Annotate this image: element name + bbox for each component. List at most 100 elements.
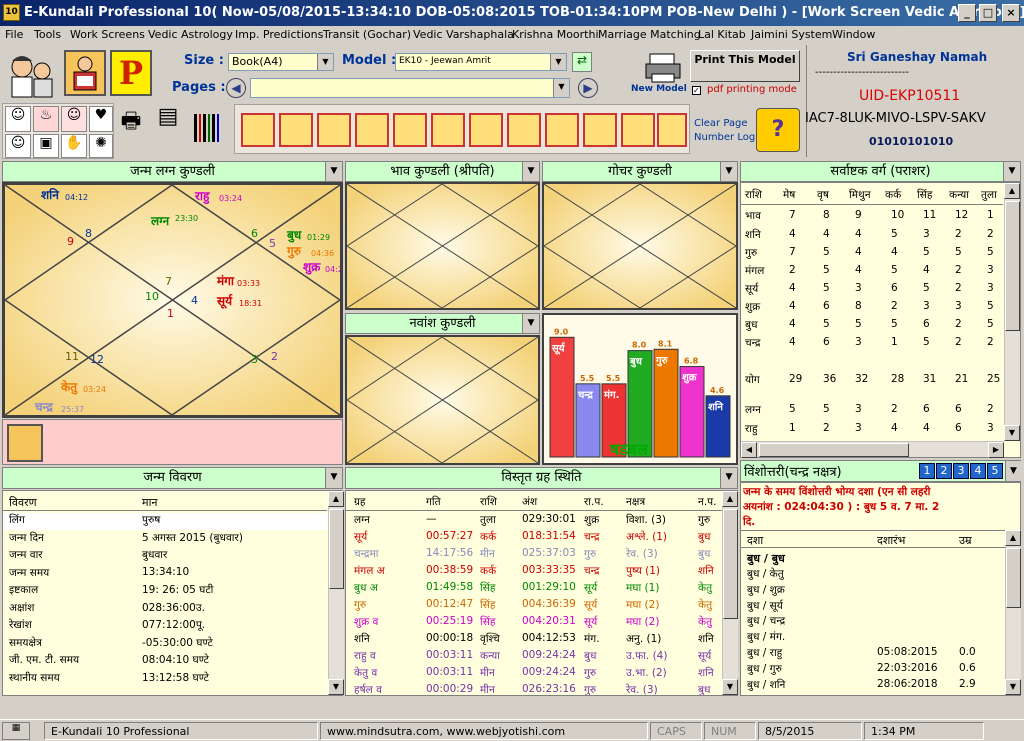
scroll-left-icon[interactable]: ◀ <box>741 442 757 458</box>
heart-icon[interactable]: ♥ <box>89 106 113 132</box>
minimize-button[interactable]: _ <box>958 4 976 22</box>
table-row[interactable]: लिंग पुरुष <box>3 513 327 530</box>
pages-select[interactable]: ▼ <box>250 78 570 98</box>
printer-icon[interactable] <box>644 52 684 84</box>
menu-imp-predictions[interactable]: Imp. Predictions <box>235 28 323 41</box>
layout-thumb-icon[interactable] <box>507 113 541 147</box>
scroll-thumb[interactable] <box>759 443 909 457</box>
people-icon[interactable] <box>2 49 58 101</box>
table-row[interactable]: जन्म दिन 5 अगस्त 2015 (बुधवार) <box>3 531 327 548</box>
scroll-up-icon[interactable]: ▲ <box>328 491 344 507</box>
table-row[interactable]: समयक्षेत्र -05:30:00 घण्टे <box>3 636 327 653</box>
person-icon[interactable]: ☺ <box>5 106 31 132</box>
couple-icon[interactable]: ☺ <box>61 106 87 132</box>
menu-vedic-astrology[interactable]: Vedic Astrology <box>148 28 233 41</box>
new-model-label[interactable]: New Model <box>631 84 687 94</box>
bhava-chart-header[interactable]: भाव कुण्डली (श्रीपति) ▼ <box>345 161 540 182</box>
dasha-tab-3[interactable]: 3 <box>953 463 969 479</box>
scroll-up-icon[interactable]: ▲ <box>1005 530 1021 546</box>
layout-thumb-icon[interactable] <box>241 113 275 147</box>
wheel-icon[interactable]: ✺ <box>89 134 113 158</box>
scroll-down-icon[interactable]: ▼ <box>722 679 738 695</box>
table-row[interactable]: शनि 00:00:18 वृश्चि 004:12:53 मंग. अनु. (1) शन… <box>346 632 722 649</box>
scroll-down-icon[interactable]: ▼ <box>1004 425 1020 441</box>
table-row[interactable]: स्थानीय समय 13:12:58 घण्टे <box>3 671 327 688</box>
p-icon[interactable]: P <box>110 50 152 96</box>
dasha-vscroll[interactable]: ▲ ▼ <box>1005 530 1021 695</box>
scroll-up-icon[interactable]: ▲ <box>1004 183 1020 199</box>
navansh-chart-header[interactable]: नवांश कुण्डली ▼ <box>345 313 540 334</box>
table-row[interactable]: बुध / शुक्र <box>741 583 1005 599</box>
maximize-button[interactable]: □ <box>979 4 997 22</box>
table-row[interactable]: मंगल अ 00:38:59 कर्क 003:33:35 चन्द्र पुष्य (… <box>346 564 722 581</box>
table-row[interactable]: बुध / सूर्य <box>741 599 1005 615</box>
handshake-icon[interactable]: ✋ <box>61 134 87 158</box>
next-page-icon[interactable]: ▶ <box>578 78 598 98</box>
reading-book-icon[interactable] <box>64 50 106 96</box>
table-row[interactable]: गुरु 00:12:47 सिंह 004:36:39 सूर्य मघा (2) केत… <box>346 598 722 615</box>
dasha-tab-1[interactable]: 1 <box>919 463 935 479</box>
menu-lal-kitab[interactable]: Lal Kitab <box>698 28 746 41</box>
bag-icon[interactable]: ▣ <box>33 134 59 158</box>
ashtak-header[interactable]: सर्वाष्टक वर्ग (पराशर) ▼ <box>740 161 1021 182</box>
reading-book-icon[interactable] <box>7 424 43 462</box>
clear-page-label[interactable]: Clear Page <box>694 118 748 129</box>
prev-page-icon[interactable]: ◀ <box>226 78 246 98</box>
scroll-thumb[interactable] <box>1005 201 1020 331</box>
layout-thumb-icon[interactable] <box>657 113 687 147</box>
menu-transit[interactable]: Transit (Gochar) <box>323 28 411 41</box>
table-row[interactable]: जी. एम. टी. समय 08:04:10 घण्टे <box>3 653 327 670</box>
chevron-down-icon[interactable]: ▼ <box>1005 461 1021 481</box>
janma-header[interactable]: जन्म विवरण ▼ <box>2 467 343 489</box>
layout-thumb-icon[interactable] <box>621 113 655 147</box>
table-row[interactable]: केतु व 00:03:11 मीन 009:24:24 गुरु उ.भा. (2) श… <box>346 666 722 683</box>
menu-krishna-moorthi[interactable]: Krishna Moorthi <box>512 28 599 41</box>
layout-thumb-icon[interactable] <box>355 113 389 147</box>
dasha-tab-5[interactable]: 5 <box>987 463 1003 479</box>
scroll-thumb[interactable] <box>1006 548 1021 608</box>
number-log-label[interactable]: Number Log <box>694 132 755 143</box>
dasha-tab-2[interactable]: 2 <box>936 463 952 479</box>
table-row[interactable]: जन्म वार बुधवार <box>3 548 327 565</box>
table-row[interactable]: बुध / शनि 28:06:2018 2.9 <box>741 678 1005 694</box>
menu-work-screens[interactable]: Work Screens <box>70 28 145 41</box>
layout-thumb-icon[interactable] <box>469 113 503 147</box>
table-row[interactable]: बुध / केतु <box>741 567 1005 583</box>
menu-tools[interactable]: Tools <box>34 28 61 41</box>
scroll-right-icon[interactable]: ▶ <box>988 442 1004 458</box>
layout-thumb-icon[interactable] <box>393 113 427 147</box>
table-row[interactable]: सूर्य 00:57:27 कर्क 018:31:54 चन्द्र अश्ले. (… <box>346 530 722 547</box>
table-row[interactable]: लग्न — तुला 029:30:01 शुक्र विशा. (3) गुरु <box>346 513 722 530</box>
menu-marriage-matching[interactable]: Marriage Matching <box>598 28 701 41</box>
table-row[interactable]: अक्षांश 028:36:00उ. <box>3 601 327 618</box>
graha-header[interactable]: विस्तृत ग्रह स्थिति ▼ <box>345 467 738 489</box>
table-row[interactable]: रेखांश 077:12:00पू. <box>3 618 327 635</box>
help-book-icon[interactable]: ? <box>756 108 800 152</box>
scroll-thumb[interactable] <box>329 509 344 589</box>
gochar-chart-header[interactable]: गोचर कुण्डली ▼ <box>542 161 738 182</box>
table-row[interactable]: हर्षल व 00:00:29 मीन 026:23:16 गुरु रेव. (3) ब… <box>346 683 722 695</box>
model-select[interactable]: EK10 - Jeewan Amrit ▼ <box>395 53 567 71</box>
menu-jaimini-system[interactable]: Jaimini System <box>751 28 832 41</box>
table-row[interactable]: बुध / राहु 05:08:2015 0.0 <box>741 646 1005 662</box>
table-row[interactable]: जन्म समय 13:34:10 <box>3 566 327 583</box>
barcode-icon[interactable] <box>190 106 224 150</box>
doctor-icon[interactable]: ☺ <box>5 134 31 158</box>
ashtak-vscroll[interactable]: ▲ ▼ <box>1004 183 1020 441</box>
print-multi-icon[interactable]: ▤ <box>150 104 186 150</box>
scroll-down-icon[interactable]: ▼ <box>1005 679 1021 695</box>
graha-vscroll[interactable]: ▲ ▼ <box>722 491 738 695</box>
table-row[interactable]: बुध / गुरु 22:03:2016 0.6 <box>741 662 1005 678</box>
lagna-chart-header[interactable]: जन्म लग्न कुण्डली ▼ <box>2 161 343 182</box>
dasha-tab-4[interactable]: 4 <box>970 463 986 479</box>
table-row[interactable]: चन्द्रमा 14:17:56 मीन 025:37:03 गुरु रेव. (3)… <box>346 547 722 564</box>
ashtak-hscroll[interactable]: ◀ ▶ <box>741 441 1004 458</box>
menu-window[interactable]: Window <box>832 28 875 41</box>
table-row[interactable]: बुध अ 01:49:58 सिंह 001:29:10 सूर्य मघा (1) के… <box>346 581 722 598</box>
table-row[interactable]: राहु व 00:03:11 कन्या 009:24:24 बुध उ.फा. (4)… <box>346 649 722 666</box>
layout-thumb-icon[interactable] <box>545 113 579 147</box>
layout-thumb-icon[interactable] <box>317 113 351 147</box>
scroll-thumb[interactable] <box>723 509 738 619</box>
size-select[interactable]: Book(A4) ▼ <box>228 53 334 71</box>
pdf-checkbox[interactable]: ✓ <box>692 86 701 95</box>
